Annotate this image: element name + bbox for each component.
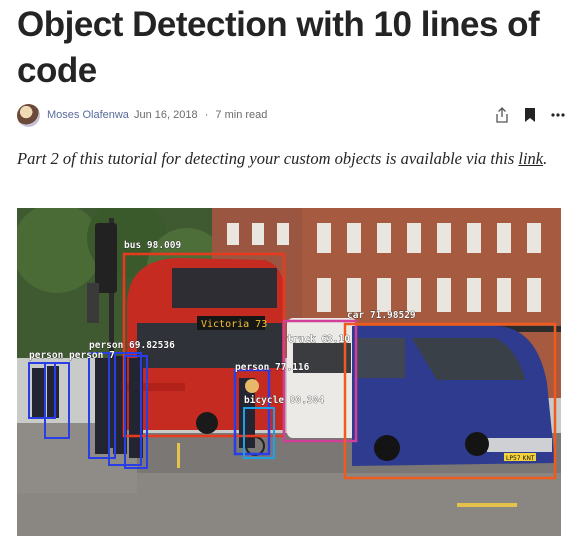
- avatar[interactable]: [17, 104, 40, 127]
- detection-image: Victoria 73 LP57 KNT bus 98.009 car 71.9…: [17, 208, 561, 536]
- tutorial-link[interactable]: link: [518, 149, 543, 168]
- van-plate: LP57 KNT: [506, 455, 535, 462]
- car-label: car 71.98529: [347, 310, 416, 321]
- publish-info: Jun 16, 2018 · 7 min read: [134, 109, 267, 121]
- bus-destination-sign: Victoria 73: [201, 319, 267, 330]
- publish-date: Jun 16, 2018: [134, 109, 198, 121]
- article-title: Object Detection with 10 lines of code: [17, 5, 540, 90]
- read-time: 7 min read: [215, 109, 268, 121]
- author-name[interactable]: Moses Olafenwa: [47, 109, 129, 121]
- meta-separator: ·: [204, 109, 209, 121]
- intro-paragraph: Part 2 of this tutorial for detecting yo…: [17, 149, 577, 169]
- truck-label: truck 63.10: [287, 334, 350, 345]
- author-meta: Moses Olafenwa Jun 16, 2018 · 7 min read: [17, 104, 565, 128]
- intro-period: .: [543, 149, 548, 168]
- person-left-label: person person 7: [29, 350, 115, 361]
- article-actions: [495, 106, 565, 124]
- share-icon[interactable]: [495, 106, 509, 124]
- bus-label: bus 98.009: [124, 240, 181, 251]
- more-icon[interactable]: [551, 106, 565, 124]
- person-label: person 77.116: [235, 362, 310, 373]
- bicycle-label: bicycle 80.304: [244, 395, 324, 406]
- intro-text: Part 2 of this tutorial for detecting yo…: [17, 149, 519, 168]
- bookmark-icon[interactable]: [523, 106, 537, 124]
